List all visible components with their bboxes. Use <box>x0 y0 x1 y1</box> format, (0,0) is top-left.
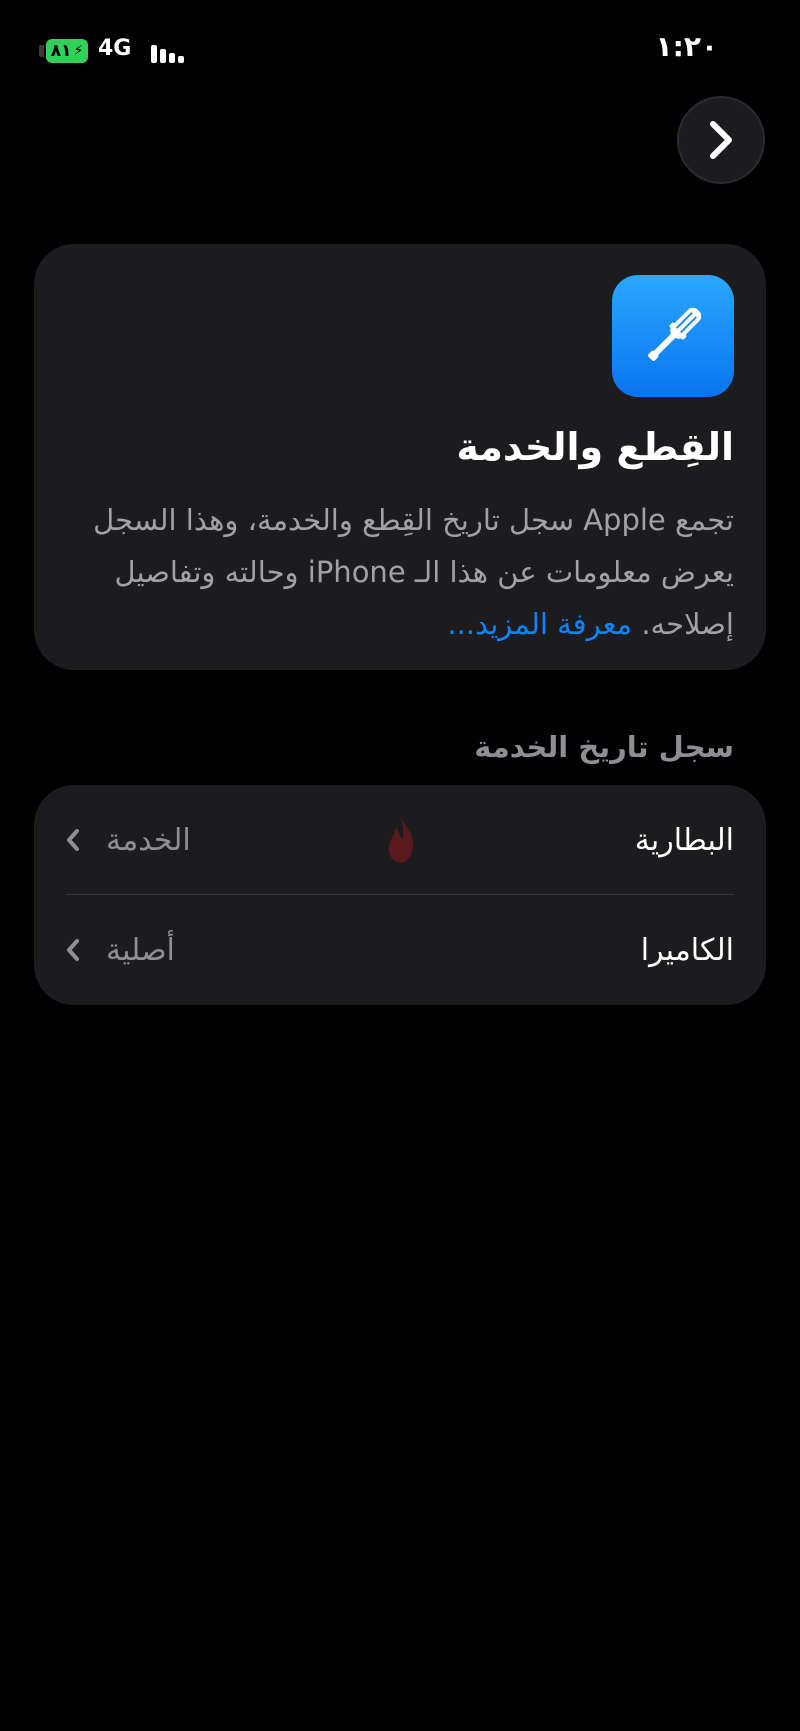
battery-indicator: ٨١ ⚡ <box>46 39 88 63</box>
description-text: تجمع Apple سجل تاريخ القِطع والخدمة، وهذ… <box>93 503 734 641</box>
screwdriver-icon <box>612 275 734 397</box>
service-history-header: سجل تاريخ الخدمة <box>474 730 734 764</box>
list-item-camera[interactable]: الكاميرا أصلية <box>34 895 766 1005</box>
status-bar: ٨١ ⚡ 4G ١:٢٠ <box>0 0 800 100</box>
watermark-flame-icon <box>388 817 414 863</box>
row-label: البطارية <box>634 822 734 858</box>
signal-strength-icon <box>151 41 184 63</box>
network-type: 4G <box>98 36 132 61</box>
charging-bolt-icon: ⚡ <box>73 43 84 59</box>
chevron-left-icon <box>67 939 79 961</box>
chevron-right-icon <box>710 121 732 159</box>
row-value: الخدمة <box>106 822 191 858</box>
back-button[interactable] <box>677 96 765 184</box>
row-value: أصلية <box>106 932 175 968</box>
row-label: الكاميرا <box>640 932 734 968</box>
status-time: ١:٢٠ <box>655 30 718 63</box>
parts-service-card: القِطع والخدمة تجمع Apple سجل تاريخ القِ… <box>34 244 766 670</box>
card-title: القِطع والخدمة <box>456 425 734 469</box>
battery-level: ٨١ <box>50 41 72 61</box>
learn-more-link[interactable]: معرفة المزيد... <box>447 607 632 641</box>
card-description: تجمع Apple سجل تاريخ القِطع والخدمة، وهذ… <box>62 494 734 650</box>
chevron-left-icon <box>67 829 79 851</box>
battery-nub <box>39 45 44 57</box>
